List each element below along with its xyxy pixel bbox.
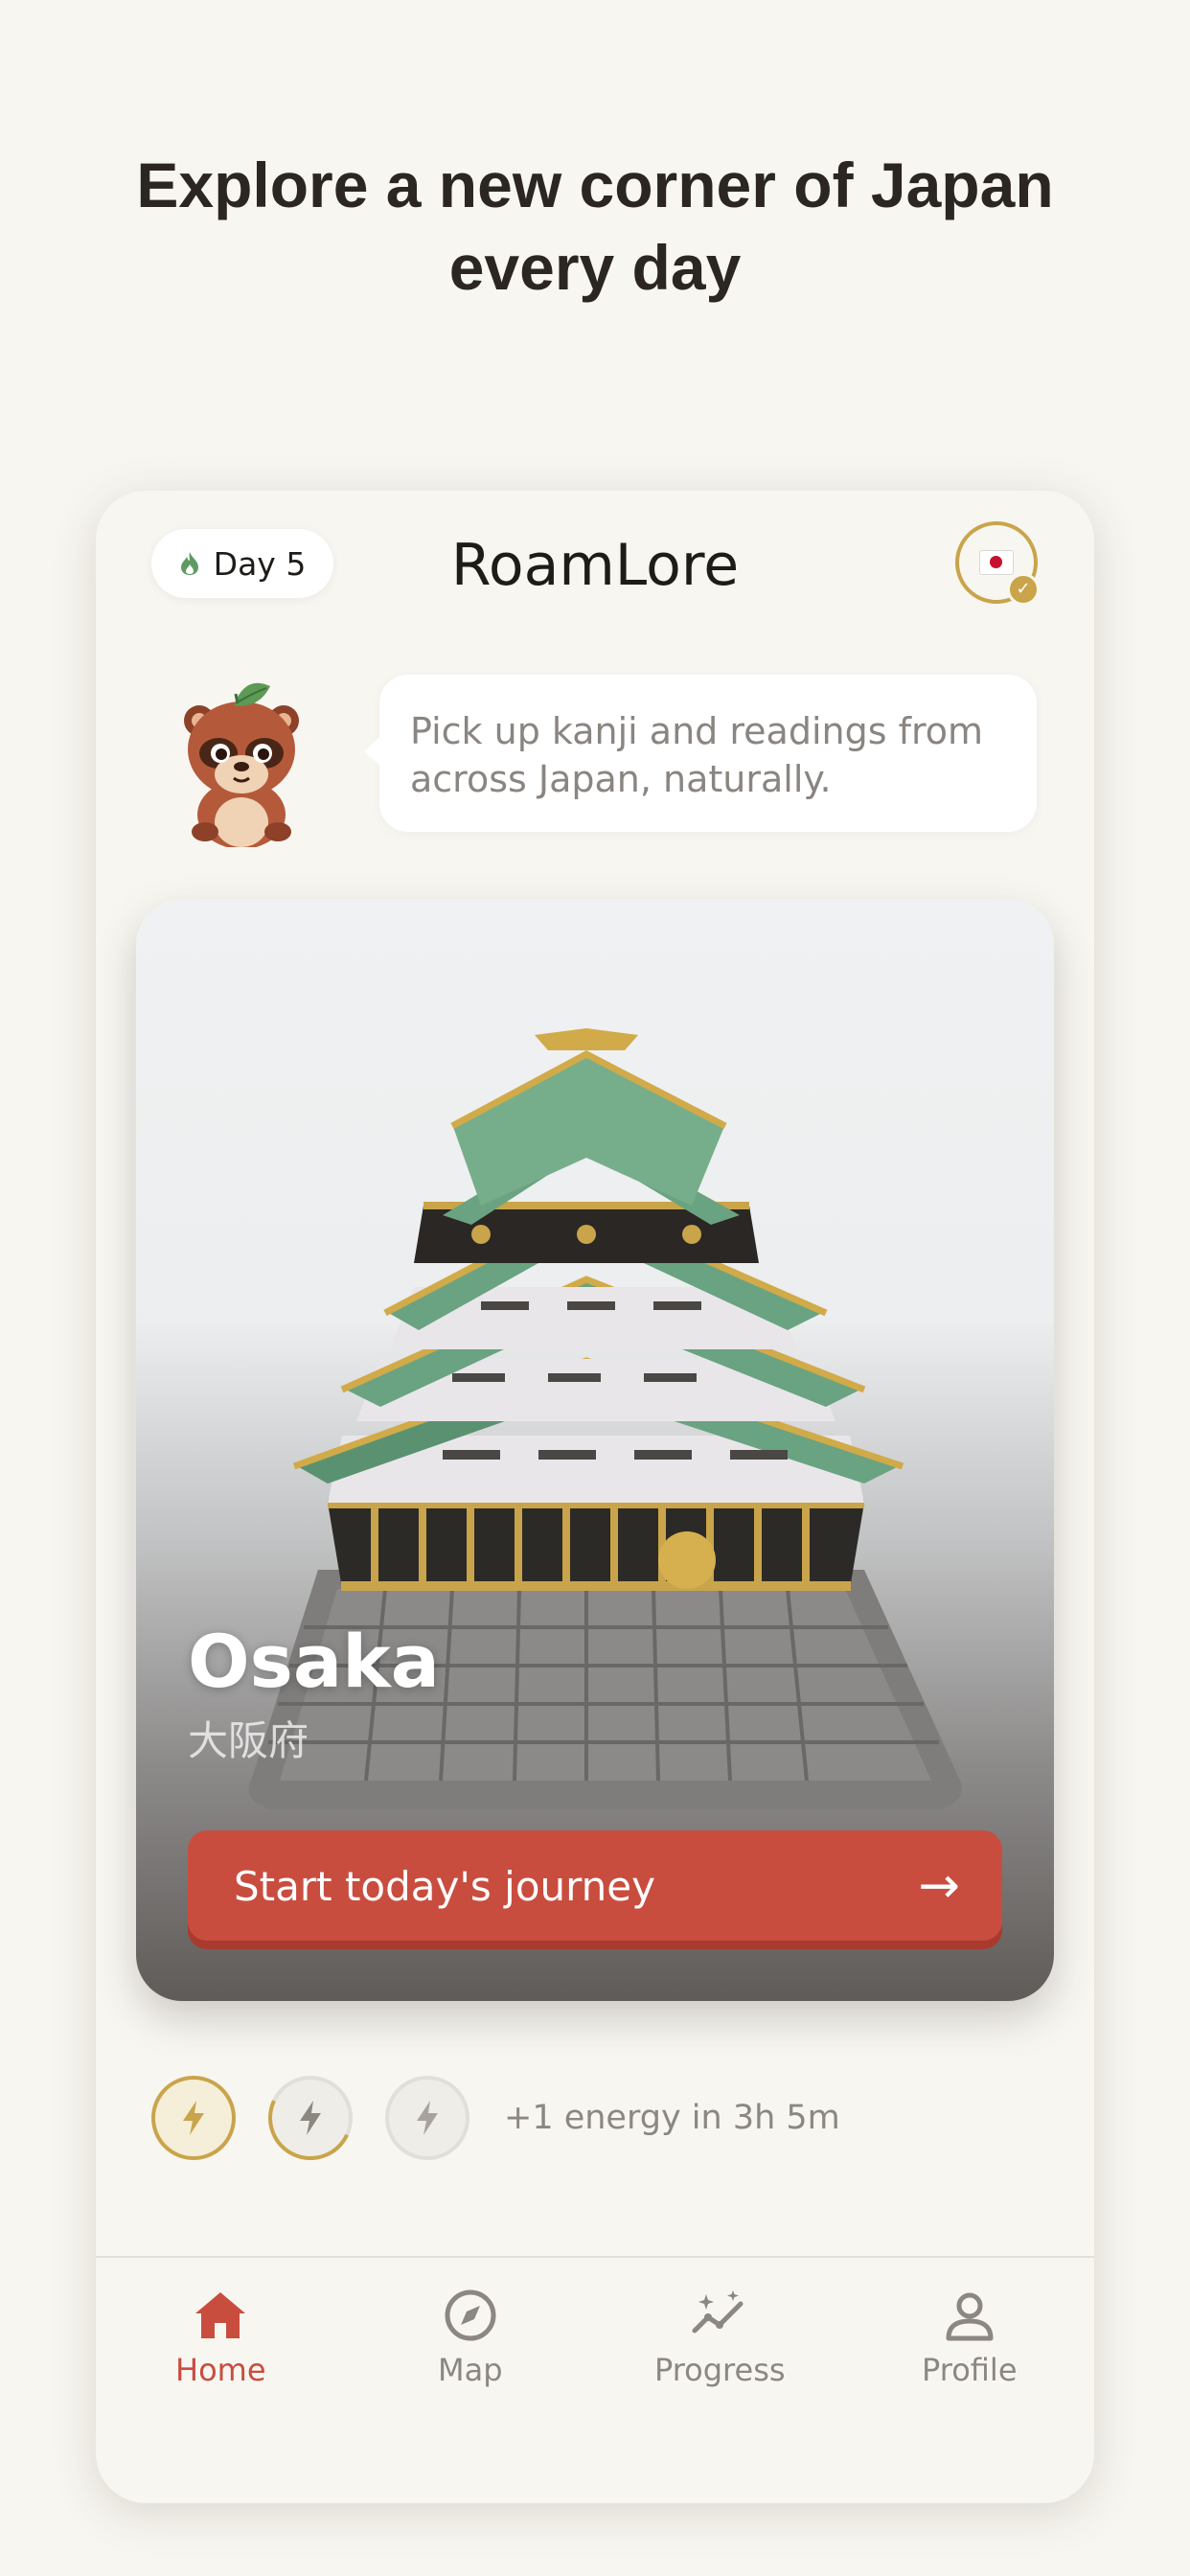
progress-chart-icon: [692, 2290, 744, 2334]
energy-refill-text: +1 energy in 3h 5m: [504, 2099, 840, 2137]
destination-card[interactable]: Osaka 大阪府 Start today's journey →: [136, 899, 1054, 2001]
destination-kanji: 大阪府: [188, 1717, 309, 1764]
energy-meter: +1 energy in 3h 5m: [151, 2072, 840, 2164]
start-journey-label: Start today's journey: [234, 1862, 655, 1910]
app-title: RoamLore: [450, 532, 740, 599]
mascot-speech-bubble: Pick up kanji and readings from across J…: [364, 675, 1037, 832]
arrow-right-icon: →: [918, 1857, 960, 1915]
onboarding-page: Explore a new corner of Japan every day …: [0, 0, 1190, 2576]
lightning-icon: [183, 2101, 204, 2135]
headline-line-1: Explore a new corner of Japan: [136, 150, 1054, 220]
nav-label-profile: Profile: [922, 2352, 1018, 2388]
lightning-icon: [300, 2101, 321, 2135]
nav-label-map: Map: [437, 2352, 503, 2388]
nav-item-home[interactable]: Home: [96, 2258, 346, 2503]
nav-item-progress[interactable]: Progress: [595, 2258, 845, 2503]
lightning-icon: [417, 2101, 438, 2135]
phone-screen: Day 5 RoamLore ✓ Pick up kanji and readi…: [96, 491, 1094, 2503]
nav-label-progress: Progress: [653, 2352, 786, 2388]
nav-item-profile[interactable]: Profile: [845, 2258, 1095, 2503]
check-icon: ✓: [1007, 573, 1040, 606]
tanuki-mascot-icon: [184, 682, 299, 847]
headline-line-2: every day: [448, 232, 742, 303]
bottom-nav: Home Map Progress Profile: [96, 2256, 1094, 2503]
marketing-headline: Explore a new corner of Japan every day: [0, 144, 1190, 309]
home-icon: [195, 2292, 246, 2338]
japan-flag-icon: [979, 550, 1014, 575]
energy-slot-empty: [385, 2076, 469, 2160]
user-icon: [946, 2292, 994, 2341]
start-journey-button[interactable]: Start today's journey →: [188, 1830, 1002, 1949]
energy-slot-refilling: [268, 2076, 353, 2160]
nav-label-home: Home: [175, 2352, 266, 2388]
profile-avatar[interactable]: ✓: [955, 521, 1040, 606]
energy-slot-full: [151, 2076, 236, 2160]
compass-icon: [445, 2289, 496, 2341]
nav-item-map[interactable]: Map: [346, 2258, 596, 2503]
destination-name: Osaka: [188, 1619, 440, 1704]
